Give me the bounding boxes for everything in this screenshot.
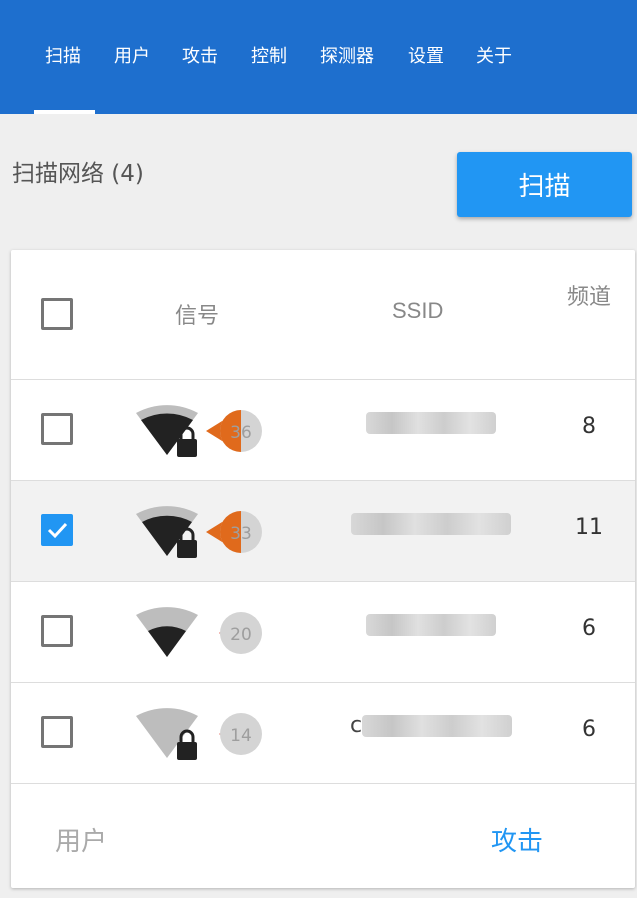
tab-control[interactable]: 控制 bbox=[251, 42, 287, 68]
scan-button[interactable]: 扫描 bbox=[457, 152, 632, 217]
row-checkbox[interactable] bbox=[41, 716, 73, 748]
attack-button[interactable]: 攻击 bbox=[491, 821, 543, 858]
table-row[interactable]: 14 c 6 bbox=[11, 683, 635, 784]
table-row[interactable]: 33 11 bbox=[11, 481, 635, 582]
networks-table: 信号 SSID 频道 36 8 33 11 20 6 14 c 6 用户 攻击 bbox=[11, 250, 635, 888]
channel-value: 11 bbox=[575, 515, 603, 540]
lock-icon bbox=[177, 426, 197, 457]
lock-icon bbox=[177, 729, 197, 760]
tab-detector[interactable]: 探测器 bbox=[320, 42, 374, 68]
top-nav-bar: 扫描 用户 攻击 控制 探测器 设置 关于 bbox=[0, 0, 637, 114]
row-checkbox[interactable] bbox=[41, 615, 73, 647]
users-button[interactable]: 用户 bbox=[55, 821, 107, 858]
checkmark-icon bbox=[47, 522, 68, 539]
signal-value: 33 bbox=[230, 524, 252, 544]
channel-value: 6 bbox=[582, 616, 596, 641]
lock-icon bbox=[177, 527, 197, 558]
scan-networks-title: 扫描网络 (4) bbox=[12, 161, 144, 187]
ssid-value bbox=[331, 612, 531, 637]
signal-value: 14 bbox=[230, 726, 252, 746]
tab-about[interactable]: 关于 bbox=[476, 42, 512, 68]
channel-value: 6 bbox=[582, 717, 596, 742]
table-row[interactable]: 36 8 bbox=[11, 380, 635, 481]
select-all-checkbox[interactable] bbox=[41, 298, 73, 330]
wifi-signal-icon: 33 bbox=[136, 506, 262, 558]
signal-value: 20 bbox=[230, 625, 252, 645]
tab-settings[interactable]: 设置 bbox=[408, 42, 444, 68]
card-actions: 用户 攻击 bbox=[11, 787, 635, 888]
header-channel: 频道 bbox=[567, 285, 612, 310]
table-row[interactable]: 20 6 bbox=[11, 582, 635, 683]
wifi-signal-icon: 14 bbox=[136, 708, 262, 760]
tab-users[interactable]: 用户 bbox=[114, 42, 150, 68]
tab-scan[interactable]: 扫描 bbox=[45, 42, 81, 68]
ssid-value bbox=[331, 410, 531, 435]
ssid-value: c bbox=[331, 713, 531, 738]
header-ssid: SSID bbox=[392, 298, 444, 323]
wifi-signal-icon: 20 bbox=[136, 607, 262, 657]
ssid-value bbox=[331, 511, 531, 536]
row-checkbox[interactable] bbox=[41, 514, 73, 546]
channel-value: 8 bbox=[582, 414, 596, 439]
row-checkbox[interactable] bbox=[41, 413, 73, 445]
tab-attack[interactable]: 攻击 bbox=[182, 42, 218, 68]
active-tab-indicator bbox=[34, 110, 95, 114]
header-signal: 信号 bbox=[175, 304, 220, 329]
signal-value: 36 bbox=[230, 423, 252, 443]
wifi-signal-icon: 36 bbox=[136, 405, 262, 457]
table-header: 信号 SSID 频道 bbox=[11, 250, 635, 380]
